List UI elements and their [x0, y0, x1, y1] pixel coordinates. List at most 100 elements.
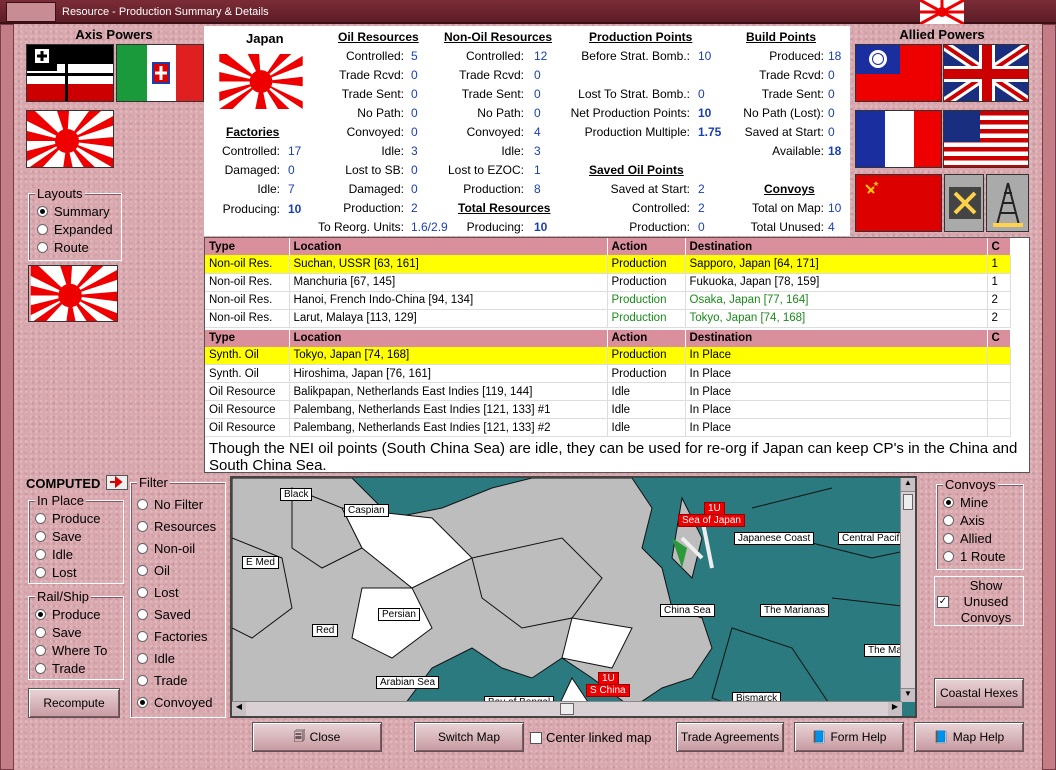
recompute-button[interactable]: Recompute	[28, 688, 120, 718]
filter-idle-radio[interactable]: Idle	[137, 651, 175, 666]
arrow-right-icon[interactable]	[106, 475, 128, 490]
filter-legend: Filter	[137, 475, 170, 490]
convoys-allied-radio[interactable]: Allied	[943, 531, 992, 546]
map-horizontal-scrollbar[interactable]: ◀ ▶	[232, 701, 902, 716]
map-label[interactable]: China Sea	[660, 604, 715, 617]
rail-save-radio[interactable]: Save	[35, 625, 82, 640]
filter-resources-radio[interactable]: Resources	[137, 519, 216, 534]
factories-value: 7	[288, 182, 295, 196]
col-location[interactable]: Location	[289, 329, 608, 347]
filter-none-radio[interactable]: No Filter	[137, 497, 203, 512]
table-row[interactable]: Non-oil Res. Manchuria [67, 145] Productio…	[205, 273, 1011, 292]
usa-flag[interactable]	[943, 110, 1029, 168]
france-flag[interactable]	[855, 110, 942, 168]
show-unused-convoys-checkbox[interactable]: ✓ Show Unused Convoys	[934, 576, 1024, 626]
help-book-icon: 📘	[933, 730, 949, 744]
map-label[interactable]: Central Pacif	[838, 532, 904, 545]
cell: Suchan, USSR [63, 161]	[289, 255, 608, 274]
map-label[interactable]: Black	[280, 488, 313, 501]
japan-naval-flag-small[interactable]	[28, 265, 118, 322]
ussr-flag[interactable]	[855, 174, 942, 232]
filter-nonoil-radio[interactable]: Non-oil	[137, 541, 195, 556]
form-help-button[interactable]: 📘 Form Help	[794, 722, 904, 752]
table-row[interactable]: Non-oil Res. Hanoi, French Indo-China [94…	[205, 291, 1011, 310]
rail-produce-radio[interactable]: Produce	[35, 607, 100, 622]
table-row[interactable]: Oil Resource Palembang, Netherlands East …	[205, 418, 1011, 437]
close-button[interactable]: 🗐 Close	[252, 722, 382, 752]
japan-naval-flag[interactable]	[26, 110, 114, 168]
col-destination[interactable]: Destination	[685, 329, 988, 347]
inplace-lost-radio[interactable]: Lost	[35, 565, 77, 580]
col-destination[interactable]: Destination	[685, 238, 988, 255]
map-vertical-scrollbar[interactable]: ▲ ▼	[900, 478, 915, 702]
col-action[interactable]: Action	[607, 329, 686, 347]
scroll-left-icon[interactable]: ◀	[232, 702, 246, 716]
germany-flag[interactable]	[26, 44, 114, 102]
table-row[interactable]: Synth. Oil Tokyo, Japan [74, 168] Producti…	[205, 346, 1011, 365]
map-unit-label[interactable]: Sea of Japan	[678, 514, 745, 527]
col-type[interactable]: Type	[205, 238, 290, 255]
system-menu-icon[interactable]	[6, 2, 56, 22]
convoys-axis-radio[interactable]: Axis	[943, 513, 985, 528]
filter-lost-radio[interactable]: Lost	[137, 585, 179, 600]
inplace-save-radio[interactable]: Save	[35, 529, 82, 544]
filter-convoyed-radio[interactable]: Convoyed	[137, 695, 213, 710]
layout-expanded-radio[interactable]: Expanded	[37, 222, 113, 237]
italy-flag[interactable]	[116, 44, 204, 102]
filter-trade-radio[interactable]: Trade	[137, 673, 187, 688]
filter-oil-radio[interactable]: Oil	[137, 563, 170, 578]
col-type[interactable]: Type	[205, 329, 290, 347]
table-row[interactable]: Non-oil Res. Larut, Malaya [113, 129] Prod…	[205, 309, 1011, 328]
col-location[interactable]: Location	[289, 238, 608, 255]
table-row[interactable]: Oil Resource Palembang, Netherlands East …	[205, 400, 1011, 419]
map-help-button[interactable]: 📘 Map Help	[914, 722, 1024, 752]
uk-flag[interactable]	[943, 44, 1029, 102]
cell	[987, 346, 1011, 365]
japan-flag	[219, 54, 303, 109]
cell: 1	[987, 273, 1011, 292]
inplace-produce-radio[interactable]: Produce	[35, 511, 100, 526]
scroll-thumb[interactable]	[903, 494, 913, 510]
scroll-right-icon[interactable]: ▶	[888, 702, 902, 716]
table-row[interactable]: Oil Resource Balikpapan, Netherlands East…	[205, 382, 1011, 401]
layout-summary-radio[interactable]: Summary	[37, 204, 110, 219]
layout-route-radio[interactable]: Route	[37, 240, 89, 255]
filter-factories-radio[interactable]: Factories	[137, 629, 207, 644]
oil-value: 0	[411, 87, 418, 101]
map-label[interactable]: Persian	[378, 608, 420, 621]
col-c[interactable]: C	[987, 238, 1011, 255]
cell: Non-oil Res.	[205, 291, 290, 310]
map-label[interactable]: E Med	[242, 556, 279, 569]
rail-trade-radio[interactable]: Trade	[35, 661, 85, 676]
scroll-down-icon[interactable]: ▼	[901, 688, 915, 702]
total-label: Producing:	[466, 220, 524, 234]
map-unit-label[interactable]: S China	[586, 684, 630, 697]
convoys-route-radio[interactable]: 1 Route	[943, 549, 1006, 564]
map-label[interactable]: Japanese Coast	[734, 532, 815, 545]
map-label[interactable]: Red	[312, 624, 339, 637]
scroll-thumb[interactable]	[560, 703, 574, 715]
center-linked-map-checkbox[interactable]: Center linked map	[530, 730, 652, 745]
radio-label: Convoyed	[154, 695, 213, 710]
mining-icon[interactable]	[944, 174, 984, 232]
coastal-hexes-button[interactable]: Coastal Hexes	[934, 678, 1024, 708]
map-label[interactable]: The Marianas	[760, 604, 830, 617]
inplace-idle-radio[interactable]: Idle	[35, 547, 73, 562]
table-row[interactable]: Non-oil Res. Suchan, USSR [63, 161] Produc…	[205, 255, 1011, 274]
switch-map-button[interactable]: Switch Map	[414, 722, 524, 752]
col-action[interactable]: Action	[607, 238, 686, 255]
map-label[interactable]: Caspian	[344, 504, 389, 517]
oil-derrick-icon[interactable]	[986, 174, 1029, 232]
convoys-mine-radio[interactable]: Mine	[943, 495, 988, 510]
cell: Hanoi, French Indo-China [94, 134]	[289, 291, 608, 310]
china-flag[interactable]	[855, 44, 942, 102]
scroll-up-icon[interactable]: ▲	[901, 478, 915, 492]
map-label[interactable]: Arabian Sea	[376, 676, 440, 689]
rail-whereto-radio[interactable]: Where To	[35, 643, 107, 658]
trade-agreements-button[interactable]: Trade Agreements	[676, 722, 784, 752]
col-c[interactable]: C	[987, 329, 1011, 347]
filter-saved-radio[interactable]: Saved	[137, 607, 191, 622]
map-view[interactable]: Black Caspian E Med Persian Red Arabian …	[230, 476, 917, 718]
table-row[interactable]: Synth. Oil Hiroshima, Japan [76, 161] Prod…	[205, 364, 1011, 383]
nonoil-value: 0	[534, 87, 541, 101]
